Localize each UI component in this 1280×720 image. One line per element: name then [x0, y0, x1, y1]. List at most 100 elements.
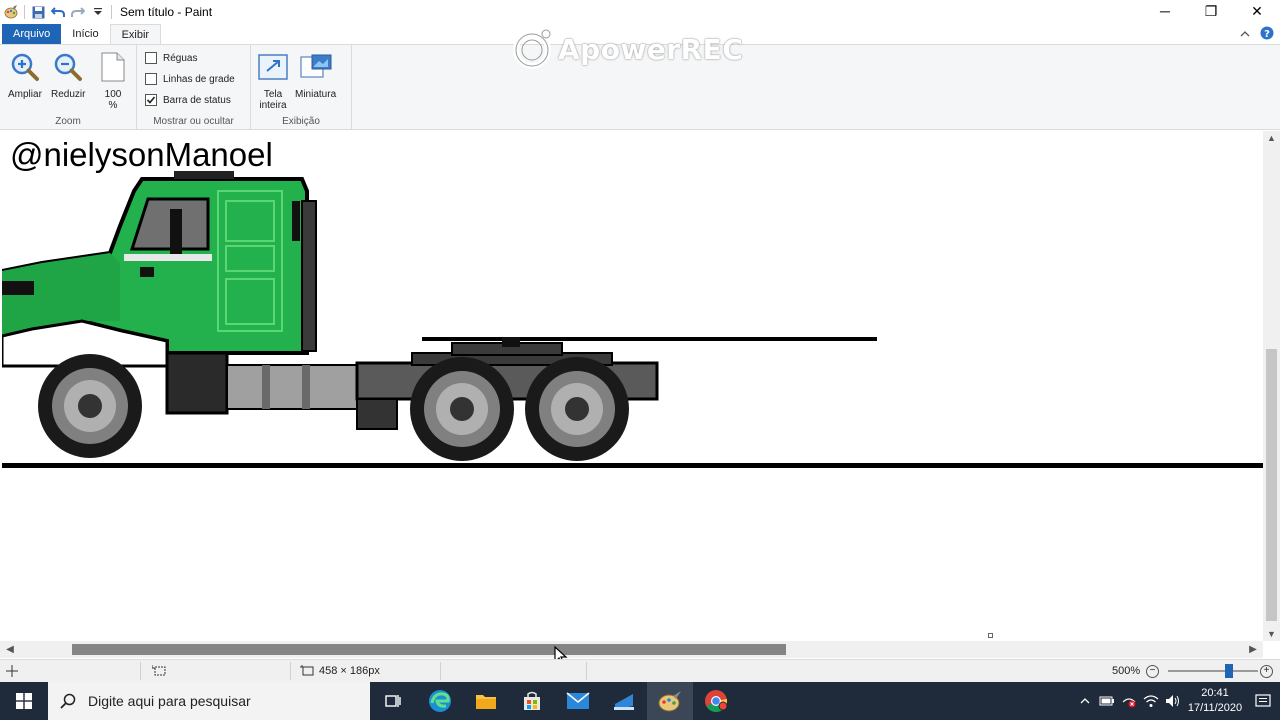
restore-button[interactable]: ❐: [1188, 0, 1234, 22]
thumbnail-icon: [299, 51, 332, 83]
folder-icon: [476, 695, 496, 709]
clock-time: 20:41: [1201, 687, 1229, 699]
zoom-group-label: Zoom: [55, 116, 81, 127]
taskbar-clock[interactable]: 20:41 17/11/2020: [1184, 686, 1246, 716]
zoom-out-button[interactable]: Reduzir: [51, 51, 85, 100]
zoom-100-label: 100: [104, 89, 122, 100]
scroll-up-arrow-icon[interactable]: ▲: [1263, 131, 1280, 145]
minimize-button[interactable]: ─: [1142, 0, 1188, 22]
fullscreen-label-line2: inteira: [259, 100, 287, 111]
status-bar: 458 × 186px 500% − +: [0, 659, 1280, 682]
taskbar-store[interactable]: [509, 682, 555, 720]
task-view-icon: [385, 695, 401, 707]
taskbar-mail[interactable]: [555, 682, 601, 720]
taskbar-search[interactable]: Digite aqui para pesquisar: [48, 682, 370, 720]
undo-icon[interactable]: [51, 5, 65, 19]
thumbnail-label: Miniatura: [295, 89, 337, 100]
system-tray: 20:41 17/11/2020: [1074, 682, 1280, 720]
tray-volume-icon[interactable]: [1162, 682, 1184, 720]
horizontal-scroll-thumb[interactable]: [72, 644, 786, 655]
canvas-resize-handle[interactable]: [988, 633, 993, 638]
title-bar: Sem título - Paint ─ ❐ ✕: [0, 0, 1280, 24]
thumbnail-button[interactable]: Miniatura: [295, 51, 336, 100]
image-dimensions: 458 × 186px: [319, 665, 380, 677]
status-divider: [586, 662, 587, 680]
minus-icon: −: [1146, 664, 1159, 678]
status-divider: [440, 662, 441, 680]
quick-access-toolbar: [0, 5, 112, 19]
selection-size-cell: [152, 660, 166, 682]
vertical-scroll-thumb[interactable]: [1266, 349, 1277, 621]
notifications-icon[interactable]: [1246, 682, 1280, 720]
cursor-position-cell: [6, 660, 18, 682]
statusbar-checkbox-box[interactable]: [145, 94, 157, 106]
task-view-button[interactable]: [370, 682, 416, 720]
save-icon[interactable]: [31, 5, 45, 19]
truck-wheel-rear-1: [410, 357, 514, 461]
vertical-scrollbar[interactable]: ▲ ▼: [1263, 131, 1280, 641]
help-icon[interactable]: ?: [1260, 26, 1274, 43]
window-title: Sem título - Paint: [120, 5, 213, 19]
zoom-in-small-button[interactable]: +: [1260, 660, 1273, 682]
chrome-icon: [705, 690, 728, 712]
tab-file[interactable]: Arquivo: [2, 24, 62, 44]
drawing-canvas[interactable]: @nielysonManoel: [2, 131, 1264, 638]
gridlines-checkbox[interactable]: Linhas de grade: [145, 73, 235, 85]
crosshair-icon: [6, 665, 18, 677]
gridlines-checkbox-box[interactable]: [145, 73, 157, 85]
start-button[interactable]: [0, 682, 48, 720]
scroll-left-arrow-icon[interactable]: ◀: [2, 641, 18, 658]
zoom-slider[interactable]: [1168, 664, 1258, 678]
fullscreen-button[interactable]: Tela inteira: [257, 51, 289, 111]
taskbar-chrome[interactable]: [693, 682, 739, 720]
tab-home[interactable]: Início: [61, 24, 109, 44]
show-hide-group-label: Mostrar ou ocultar: [153, 116, 234, 127]
mail-icon: [566, 692, 590, 709]
clock-date: 17/11/2020: [1187, 702, 1243, 714]
taskbar-apowerrec[interactable]: [601, 682, 647, 720]
taskbar-edge[interactable]: [417, 682, 463, 720]
redo-icon[interactable]: [71, 5, 85, 19]
search-placeholder: Digite aqui para pesquisar: [88, 693, 251, 709]
taskbar-paint[interactable]: [647, 682, 693, 720]
image-size-icon: [300, 665, 314, 676]
zoom-out-small-button[interactable]: −: [1146, 660, 1159, 682]
gridlines-label: Linhas de grade: [163, 73, 235, 85]
close-button[interactable]: ✕: [1234, 0, 1280, 22]
rulers-checkbox-box[interactable]: [145, 52, 157, 64]
display-group: Tela inteira Miniatura Exibição: [251, 45, 352, 129]
scroll-down-arrow-icon[interactable]: ▼: [1263, 627, 1280, 641]
zoom-out-label: Reduzir: [51, 89, 86, 100]
store-icon: [524, 691, 540, 710]
customize-qat-icon[interactable]: [91, 5, 105, 19]
zoom-in-button[interactable]: Ampliar: [8, 51, 42, 100]
fullscreen-label-line1: Tela: [263, 89, 283, 100]
tab-view[interactable]: Exibir: [109, 24, 162, 44]
apowerrec-logo-icon: [513, 29, 551, 69]
taskbar-explorer[interactable]: [463, 682, 509, 720]
recorder-watermark: ApowerREC: [512, 28, 743, 70]
zoom-100-button[interactable]: 100 %: [97, 51, 129, 111]
page-icon: [97, 51, 129, 83]
display-group-label: Exibição: [282, 116, 320, 127]
horizontal-scrollbar[interactable]: ◀ ▶: [0, 641, 1263, 658]
rail-line: [422, 337, 877, 341]
tray-chevron-up-icon[interactable]: [1074, 682, 1096, 720]
tray-network-alert-icon[interactable]: [1118, 682, 1140, 720]
svg-text:?: ?: [1264, 29, 1270, 40]
zoom-level-text: 500%: [1112, 665, 1141, 677]
statusbar-label: Barra de status: [163, 94, 231, 106]
image-size-cell: 458 × 186px: [300, 660, 380, 682]
tray-battery-icon[interactable]: [1096, 682, 1118, 720]
search-icon: [60, 693, 76, 709]
plus-icon: +: [1260, 664, 1273, 678]
windows-logo-icon: [16, 693, 32, 709]
tray-wifi-icon[interactable]: [1140, 682, 1162, 720]
zoom-slider-knob[interactable]: [1225, 664, 1233, 678]
scroll-right-arrow-icon[interactable]: ▶: [1245, 641, 1261, 658]
zoom-level-cell: 500%: [1112, 660, 1140, 682]
statusbar-checkbox[interactable]: Barra de status: [145, 94, 231, 106]
rulers-checkbox[interactable]: Réguas: [145, 52, 197, 64]
collapse-ribbon-icon[interactable]: [1240, 29, 1250, 41]
paint-app-icon[interactable]: [4, 5, 18, 19]
